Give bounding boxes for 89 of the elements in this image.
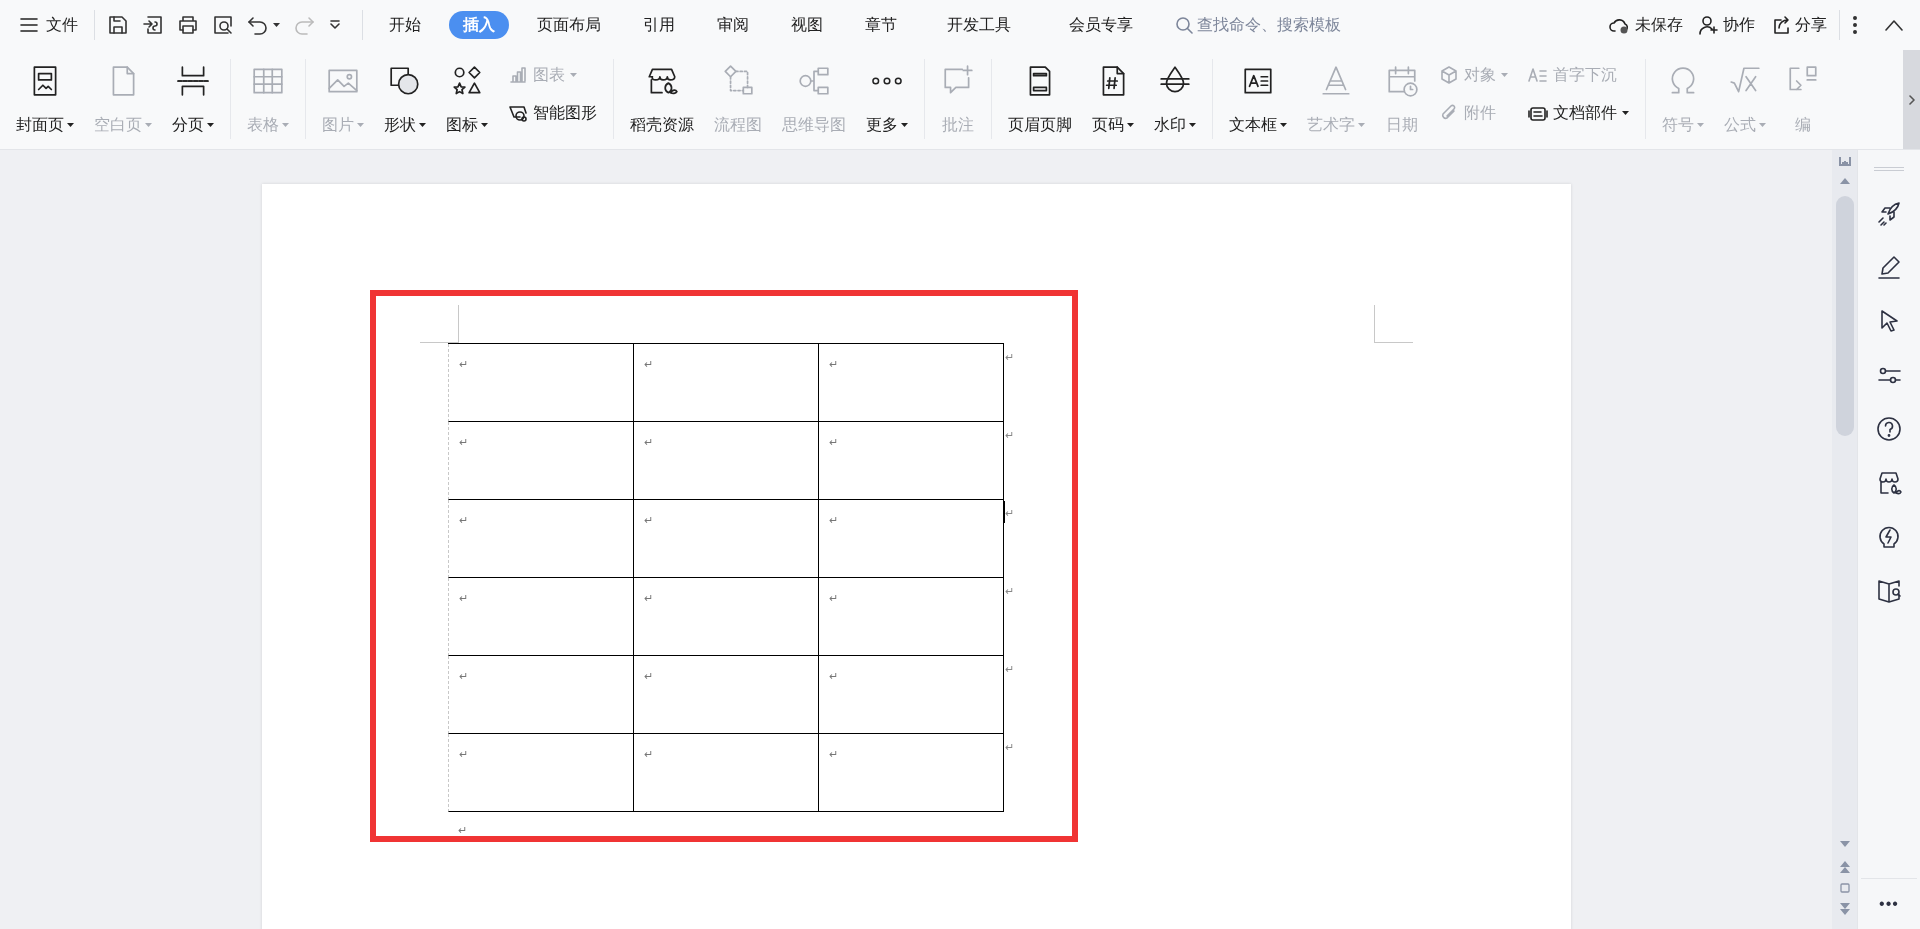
- add-user-icon: [1699, 15, 1719, 35]
- ribbon-button[interactable]: 页码: [1082, 59, 1144, 137]
- search-icon: [1175, 16, 1193, 34]
- table-cell[interactable]: ↵: [634, 578, 819, 655]
- cube-icon: [1439, 65, 1459, 85]
- menu-icon: [20, 18, 38, 32]
- undo-icon[interactable]: [247, 14, 269, 36]
- next-page-icon[interactable]: [1839, 903, 1850, 915]
- ribbon-button[interactable]: 分页: [162, 59, 224, 137]
- tab[interactable]: 视图: [777, 11, 837, 39]
- page-break-icon: [176, 64, 210, 98]
- flowchart-icon: [721, 64, 755, 98]
- shapes-icon: [388, 64, 422, 98]
- ribbon-button[interactable]: 页眉页脚: [998, 59, 1082, 137]
- tab[interactable]: 开始: [375, 11, 435, 39]
- table-cell[interactable]: ↵: [819, 734, 1004, 811]
- scroll-down-icon[interactable]: [1839, 841, 1850, 847]
- ruler-icon[interactable]: [1838, 156, 1851, 166]
- table-cell[interactable]: ↵: [819, 656, 1004, 733]
- previous-page-icon[interactable]: [1839, 861, 1850, 873]
- ribbon-button[interactable]: 更多: [856, 59, 918, 137]
- print-icon[interactable]: [177, 14, 199, 36]
- ribbon-button[interactable]: 图标: [436, 59, 498, 137]
- paragraph-mark: ↵: [1005, 352, 1014, 363]
- drag-handle[interactable]: [1874, 167, 1904, 171]
- bar-chart-icon: [508, 65, 528, 85]
- toolbar-button[interactable]: 未保存: [1609, 13, 1683, 37]
- table-cell[interactable]: ↵: [634, 344, 819, 421]
- paragraph-mark: ↵: [1005, 586, 1014, 597]
- table-cell[interactable]: ↵: [449, 734, 634, 811]
- rocket-icon[interactable]: [1875, 199, 1903, 227]
- customize-icon[interactable]: [328, 18, 342, 32]
- toolbar-button[interactable]: 协作: [1699, 13, 1755, 37]
- tab[interactable]: 章节: [851, 11, 911, 39]
- paragraph-mark: ↵: [1005, 742, 1014, 753]
- scrollbar-thumb[interactable]: [1835, 196, 1854, 436]
- smart-art-icon: [508, 103, 528, 123]
- ribbon-button[interactable]: 文本框: [1219, 59, 1297, 137]
- paragraph-mark: ↵: [457, 823, 468, 838]
- save-icon[interactable]: [107, 14, 129, 36]
- table-cell[interactable]: ↵: [449, 500, 634, 577]
- margin-mark: [420, 305, 459, 343]
- share-icon: [1771, 15, 1791, 35]
- tab[interactable]: 会员专享: [1055, 11, 1147, 39]
- table-cell[interactable]: ↵: [634, 656, 819, 733]
- table-cell[interactable]: ↵: [449, 344, 634, 421]
- table-cell[interactable]: ↵: [634, 422, 819, 499]
- ribbon-button[interactable]: 形状: [374, 59, 436, 137]
- help-icon[interactable]: [1875, 415, 1903, 443]
- scroll-up-icon[interactable]: [1839, 178, 1850, 184]
- table-cell[interactable]: ↵: [819, 578, 1004, 655]
- calendar-clock-icon: [1385, 64, 1419, 98]
- table-cell[interactable]: ↵: [449, 422, 634, 499]
- tab[interactable]: 插入: [449, 11, 509, 39]
- collapse-ribbon-icon[interactable]: [1884, 19, 1904, 31]
- toolbar-button[interactable]: 分享: [1771, 13, 1827, 37]
- tab[interactable]: 引用: [629, 11, 689, 39]
- ribbon-button[interactable]: 智能图形: [508, 101, 597, 125]
- ribbon-button[interactable]: 水印: [1144, 59, 1206, 137]
- tab[interactable]: 审阅: [703, 11, 763, 39]
- paragraph-mark: ↵: [1005, 430, 1014, 441]
- table-cell[interactable]: ↵: [449, 578, 634, 655]
- file-menu[interactable]: 文件: [20, 13, 90, 37]
- search-field[interactable]: 查找命令、搜索模板: [1175, 13, 1387, 37]
- margin-mark: [1374, 305, 1413, 343]
- ribbon-button[interactable]: 稻壳资源: [620, 59, 704, 137]
- table-cell[interactable]: ↵: [819, 422, 1004, 499]
- tab[interactable]: 页面布局: [523, 11, 615, 39]
- chevron-right-icon: [1908, 94, 1915, 105]
- pen-icon[interactable]: [1875, 253, 1903, 281]
- book-search-icon[interactable]: [1875, 577, 1903, 605]
- mind-map-icon: [797, 64, 831, 98]
- tab[interactable]: 开发工具: [933, 11, 1025, 39]
- more-button[interactable]: •••: [1879, 879, 1899, 929]
- more-options-icon[interactable]: [1852, 15, 1858, 35]
- ribbon-button[interactable]: 文档部件: [1528, 101, 1629, 125]
- table-cell[interactable]: ↵: [819, 344, 1004, 421]
- table-cell[interactable]: ↵: [449, 656, 634, 733]
- export-icon[interactable]: [142, 14, 164, 36]
- caret-icon: [273, 23, 280, 27]
- drop-cap-icon: [1528, 65, 1548, 85]
- ribbon-button[interactable]: 封面页: [6, 59, 84, 137]
- table-cell[interactable]: ↵: [634, 734, 819, 811]
- word-art-icon: [1319, 64, 1353, 98]
- paragraph-mark: ↵: [1005, 664, 1014, 675]
- table-cell[interactable]: ↵: [634, 500, 819, 577]
- print-preview-icon[interactable]: [212, 14, 234, 36]
- more-icon: [872, 77, 902, 85]
- paragraph-mark: ↵: [1005, 508, 1014, 519]
